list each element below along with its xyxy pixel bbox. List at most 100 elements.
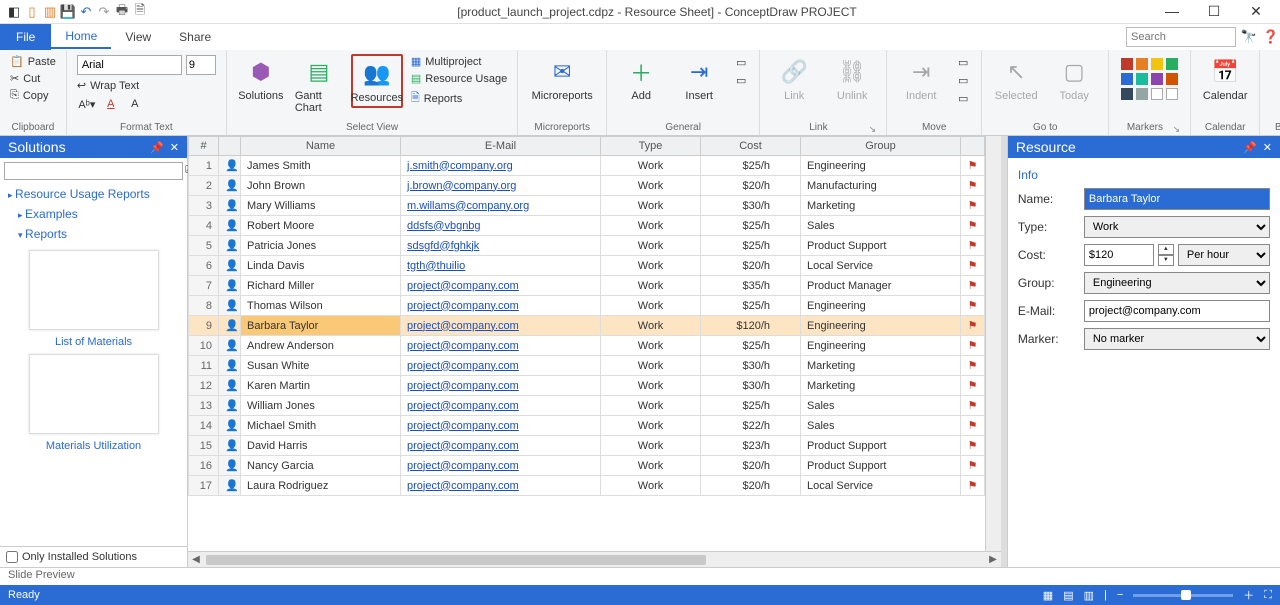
- cell-email[interactable]: project@company.com: [401, 296, 601, 316]
- table-row[interactable]: 2👤John Brownj.brown@company.orgWork$20/h…: [189, 176, 985, 196]
- cell-type[interactable]: Work: [601, 256, 701, 276]
- table-row[interactable]: 17👤Laura Rodriguezproject@company.comWor…: [189, 476, 985, 496]
- cell-type[interactable]: Work: [601, 356, 701, 376]
- wrap-text-button[interactable]: ↩Wrap Text: [75, 78, 218, 93]
- scroll-right-icon[interactable]: ▶: [985, 554, 1001, 565]
- col-group[interactable]: Group: [801, 137, 961, 156]
- select-type[interactable]: Work: [1084, 216, 1270, 238]
- thumb-materials-utilization[interactable]: [29, 354, 159, 434]
- cell-type[interactable]: Work: [601, 176, 701, 196]
- move-extra-2[interactable]: ▭: [953, 72, 973, 88]
- cell-email[interactable]: project@company.com: [401, 376, 601, 396]
- cell-email[interactable]: project@company.com: [401, 476, 601, 496]
- cell-type[interactable]: Work: [601, 436, 701, 456]
- cell-group[interactable]: Engineering: [801, 336, 961, 356]
- add-button[interactable]: ＋Add: [615, 54, 667, 104]
- cell-group[interactable]: Marketing: [801, 356, 961, 376]
- move-extra-3[interactable]: ▭: [953, 90, 973, 106]
- save-icon[interactable]: 💾: [60, 4, 76, 20]
- redo-icon[interactable]: ↷: [96, 4, 112, 20]
- resource-usage-button[interactable]: ▤Resource Usage: [409, 71, 509, 86]
- cell-cost[interactable]: $30/h: [701, 376, 801, 396]
- new-icon[interactable]: ▯: [24, 4, 40, 20]
- cell-flag-icon[interactable]: ⚑: [961, 356, 985, 376]
- select-cost-unit[interactable]: Per hour: [1178, 244, 1270, 266]
- cell-cost[interactable]: $25/h: [701, 236, 801, 256]
- cell-group[interactable]: Sales: [801, 416, 961, 436]
- link-dialog-launcher-icon[interactable]: ↘: [869, 124, 879, 135]
- col-type[interactable]: Type: [601, 137, 701, 156]
- font-select[interactable]: [77, 55, 182, 75]
- tab-file[interactable]: File: [0, 24, 51, 50]
- cell-name[interactable]: William Jones: [241, 396, 401, 416]
- resource-grid[interactable]: # Name E-Mail Type Cost Group 1👤James Sm…: [188, 136, 985, 496]
- cell-flag-icon[interactable]: ⚑: [961, 276, 985, 296]
- calendar-button[interactable]: 📅Calendar: [1199, 54, 1251, 104]
- tab-view[interactable]: View: [111, 26, 165, 48]
- tree-examples[interactable]: Examples: [0, 204, 187, 224]
- cell-name[interactable]: Barbara Taylor: [241, 316, 401, 336]
- cell-cost[interactable]: $25/h: [701, 216, 801, 236]
- cell-group[interactable]: Sales: [801, 396, 961, 416]
- cell-name[interactable]: John Brown: [241, 176, 401, 196]
- status-view-2-icon[interactable]: ▤: [1063, 589, 1073, 602]
- cell-group[interactable]: Local Service: [801, 476, 961, 496]
- cell-type[interactable]: Work: [601, 336, 701, 356]
- cell-type[interactable]: Work: [601, 416, 701, 436]
- table-row[interactable]: 16👤Nancy Garciaproject@company.comWork$2…: [189, 456, 985, 476]
- zoom-out-icon[interactable]: −: [1117, 589, 1123, 601]
- cell-flag-icon[interactable]: ⚑: [961, 456, 985, 476]
- cell-cost[interactable]: $30/h: [701, 196, 801, 216]
- move-extra-1[interactable]: ▭: [953, 54, 973, 70]
- cell-cost[interactable]: $25/h: [701, 396, 801, 416]
- link-button[interactable]: 🔗Link: [768, 54, 820, 104]
- cell-email[interactable]: project@company.com: [401, 456, 601, 476]
- cell-name[interactable]: Michael Smith: [241, 416, 401, 436]
- cell-name[interactable]: Richard Miller: [241, 276, 401, 296]
- col-name[interactable]: Name: [241, 137, 401, 156]
- tree-resource-usage-reports[interactable]: Resource Usage Reports: [0, 184, 187, 204]
- cell-group[interactable]: Manufacturing: [801, 176, 961, 196]
- cell-email[interactable]: project@company.com: [401, 316, 601, 336]
- font-color-button[interactable]: A: [101, 96, 121, 112]
- cell-group[interactable]: Product Support: [801, 456, 961, 476]
- cell-name[interactable]: Linda Davis: [241, 256, 401, 276]
- cell-email[interactable]: project@company.com: [401, 276, 601, 296]
- col-num[interactable]: #: [189, 137, 219, 156]
- status-view-3-icon[interactable]: ▥: [1084, 589, 1094, 602]
- minimize-button[interactable]: —: [1160, 3, 1184, 20]
- bold-button[interactable]: A: [125, 96, 145, 112]
- table-row[interactable]: 3👤Mary Williamsm.willams@company.orgWork…: [189, 196, 985, 216]
- cell-type[interactable]: Work: [601, 236, 701, 256]
- gantt-chart-button[interactable]: ▤Gantt Chart: [293, 54, 345, 116]
- zoom-in-icon[interactable]: ＋: [1243, 587, 1254, 603]
- cell-flag-icon[interactable]: ⚑: [961, 176, 985, 196]
- cell-group[interactable]: Product Support: [801, 236, 961, 256]
- cell-name[interactable]: Thomas Wilson: [241, 296, 401, 316]
- font-size-menu-button[interactable]: Aᵇ▾: [77, 96, 97, 112]
- scroll-left-icon[interactable]: ◀: [188, 554, 204, 565]
- cell-type[interactable]: Work: [601, 196, 701, 216]
- cell-flag-icon[interactable]: ⚑: [961, 396, 985, 416]
- only-installed-checkbox[interactable]: [6, 551, 18, 563]
- cell-name[interactable]: Patricia Jones: [241, 236, 401, 256]
- table-row[interactable]: 15👤David Harrisproject@company.comWork$2…: [189, 436, 985, 456]
- cell-cost[interactable]: $20/h: [701, 456, 801, 476]
- cell-name[interactable]: Andrew Anderson: [241, 336, 401, 356]
- table-row[interactable]: 5👤Patricia Jonessdsgfd@fghkjkWork$25/hPr…: [189, 236, 985, 256]
- table-row[interactable]: 13👤William Jonesproject@company.comWork$…: [189, 396, 985, 416]
- size-select[interactable]: [186, 55, 216, 75]
- cell-name[interactable]: James Smith: [241, 156, 401, 176]
- input-cost[interactable]: [1084, 244, 1154, 266]
- table-row[interactable]: 6👤Linda Davistgth@thuilioWork$20/hLocal …: [189, 256, 985, 276]
- cell-name[interactable]: Nancy Garcia: [241, 456, 401, 476]
- selected-button[interactable]: ↖Selected: [990, 54, 1042, 104]
- cell-type[interactable]: Work: [601, 296, 701, 316]
- table-row[interactable]: 11👤Susan Whiteproject@company.comWork$30…: [189, 356, 985, 376]
- binoculars-icon[interactable]: 🔭: [1240, 28, 1258, 46]
- scroll-thumb[interactable]: [206, 555, 706, 565]
- general-extra-2[interactable]: ▭: [731, 72, 751, 88]
- status-view-1-icon[interactable]: ▦: [1043, 589, 1053, 602]
- save-baseline-button[interactable]: 💾Save: [1268, 54, 1280, 104]
- cell-group[interactable]: Marketing: [801, 196, 961, 216]
